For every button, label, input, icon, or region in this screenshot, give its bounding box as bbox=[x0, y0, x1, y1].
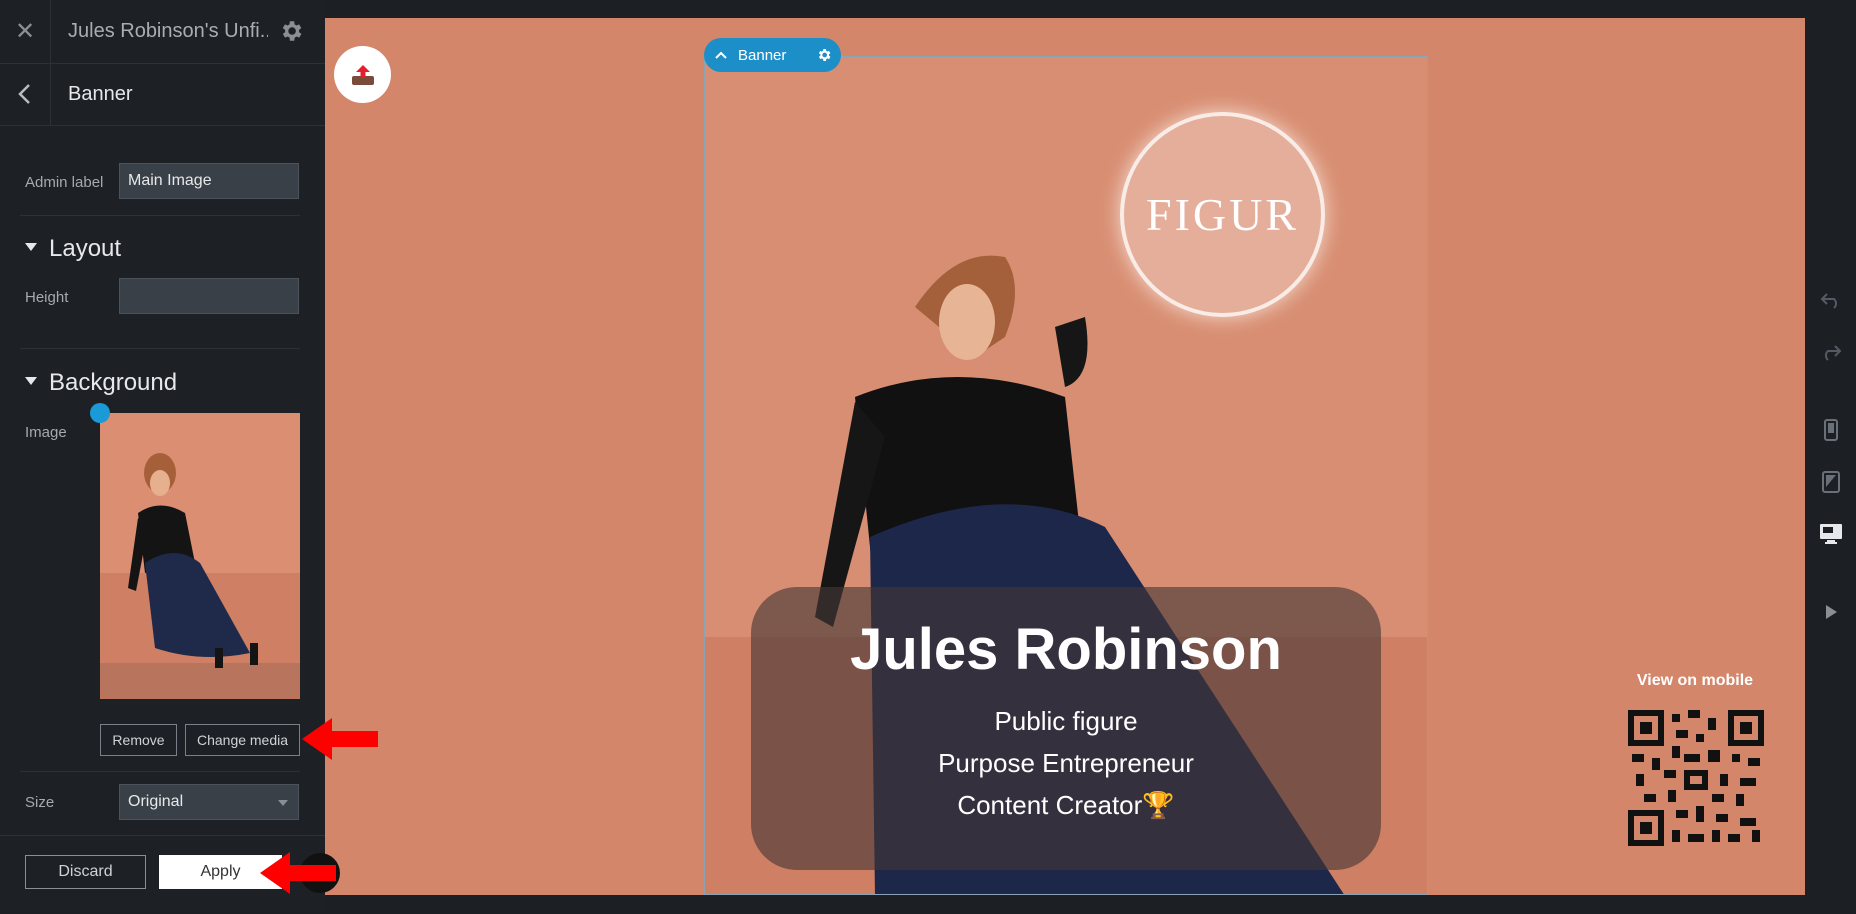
profile-name: Jules Robinson bbox=[850, 617, 1282, 682]
profile-subtitle-1: Public figure bbox=[994, 706, 1138, 736]
gear-icon[interactable] bbox=[276, 16, 306, 46]
discard-button[interactable]: Discard bbox=[25, 855, 146, 889]
breadcrumb: Banner bbox=[0, 63, 325, 126]
annotation-arrow-icon bbox=[260, 852, 340, 894]
undo-icon[interactable] bbox=[1818, 287, 1844, 313]
admin-label-input[interactable]: Main Image bbox=[119, 163, 299, 199]
back-arrow-icon[interactable] bbox=[0, 63, 51, 125]
divider bbox=[20, 215, 300, 216]
layout-section-toggle[interactable]: Layout bbox=[25, 235, 121, 263]
desktop-view-icon[interactable] bbox=[1818, 521, 1844, 547]
background-section-title: Background bbox=[49, 369, 178, 396]
figur-logo: FIGUR bbox=[1120, 112, 1325, 317]
page-title: Banner bbox=[68, 83, 133, 105]
size-label: Size bbox=[25, 794, 55, 811]
profile-subtitle-3: Content Creator🏆 bbox=[957, 790, 1175, 820]
change-media-button[interactable]: Change media bbox=[185, 724, 300, 756]
upload-button[interactable] bbox=[334, 46, 391, 103]
layout-section-title: Layout bbox=[49, 235, 122, 262]
banner-tag[interactable]: Banner bbox=[704, 38, 841, 72]
play-preview-icon[interactable] bbox=[1818, 599, 1844, 625]
editor-panel: ✕ Jules Robinson's Unfi... Banner Admin … bbox=[0, 0, 325, 913]
site-title: Jules Robinson's Unfi... bbox=[68, 20, 268, 42]
remove-button[interactable]: Remove bbox=[100, 724, 177, 756]
qr-title: View on mobile bbox=[1636, 672, 1754, 689]
panel-topbar: ✕ Jules Robinson's Unfi... bbox=[0, 0, 325, 64]
annotation-arrow-icon bbox=[302, 718, 378, 760]
image-label: Image bbox=[25, 424, 67, 441]
close-icon[interactable]: ✕ bbox=[0, 0, 51, 63]
redo-icon[interactable] bbox=[1818, 339, 1844, 365]
divider bbox=[20, 348, 300, 349]
mobile-view-icon[interactable] bbox=[1818, 417, 1844, 443]
banner-tag-label: Banner bbox=[738, 46, 787, 64]
size-select-value: Original bbox=[128, 793, 184, 810]
admin-label-label: Admin label bbox=[25, 174, 104, 191]
background-image-thumbnail[interactable] bbox=[100, 413, 300, 699]
height-label: Height bbox=[25, 289, 69, 306]
qr-code[interactable] bbox=[1628, 710, 1764, 846]
triangle-down-icon bbox=[25, 376, 37, 385]
image-handle-dot[interactable] bbox=[90, 403, 110, 423]
tablet-view-icon[interactable] bbox=[1818, 469, 1844, 495]
background-section-toggle[interactable]: Background bbox=[25, 369, 177, 397]
triangle-down-icon bbox=[25, 242, 37, 251]
profile-subtitle-2: Purpose Entrepreneur bbox=[938, 748, 1194, 778]
divider bbox=[20, 771, 300, 772]
size-select[interactable]: Original bbox=[119, 784, 299, 820]
chevron-up-icon[interactable] bbox=[704, 51, 738, 59]
right-toolbar bbox=[1805, 18, 1856, 895]
gear-icon[interactable] bbox=[807, 47, 841, 63]
height-input[interactable] bbox=[119, 278, 299, 314]
chevron-down-icon bbox=[278, 800, 288, 806]
upload-icon bbox=[351, 64, 374, 85]
